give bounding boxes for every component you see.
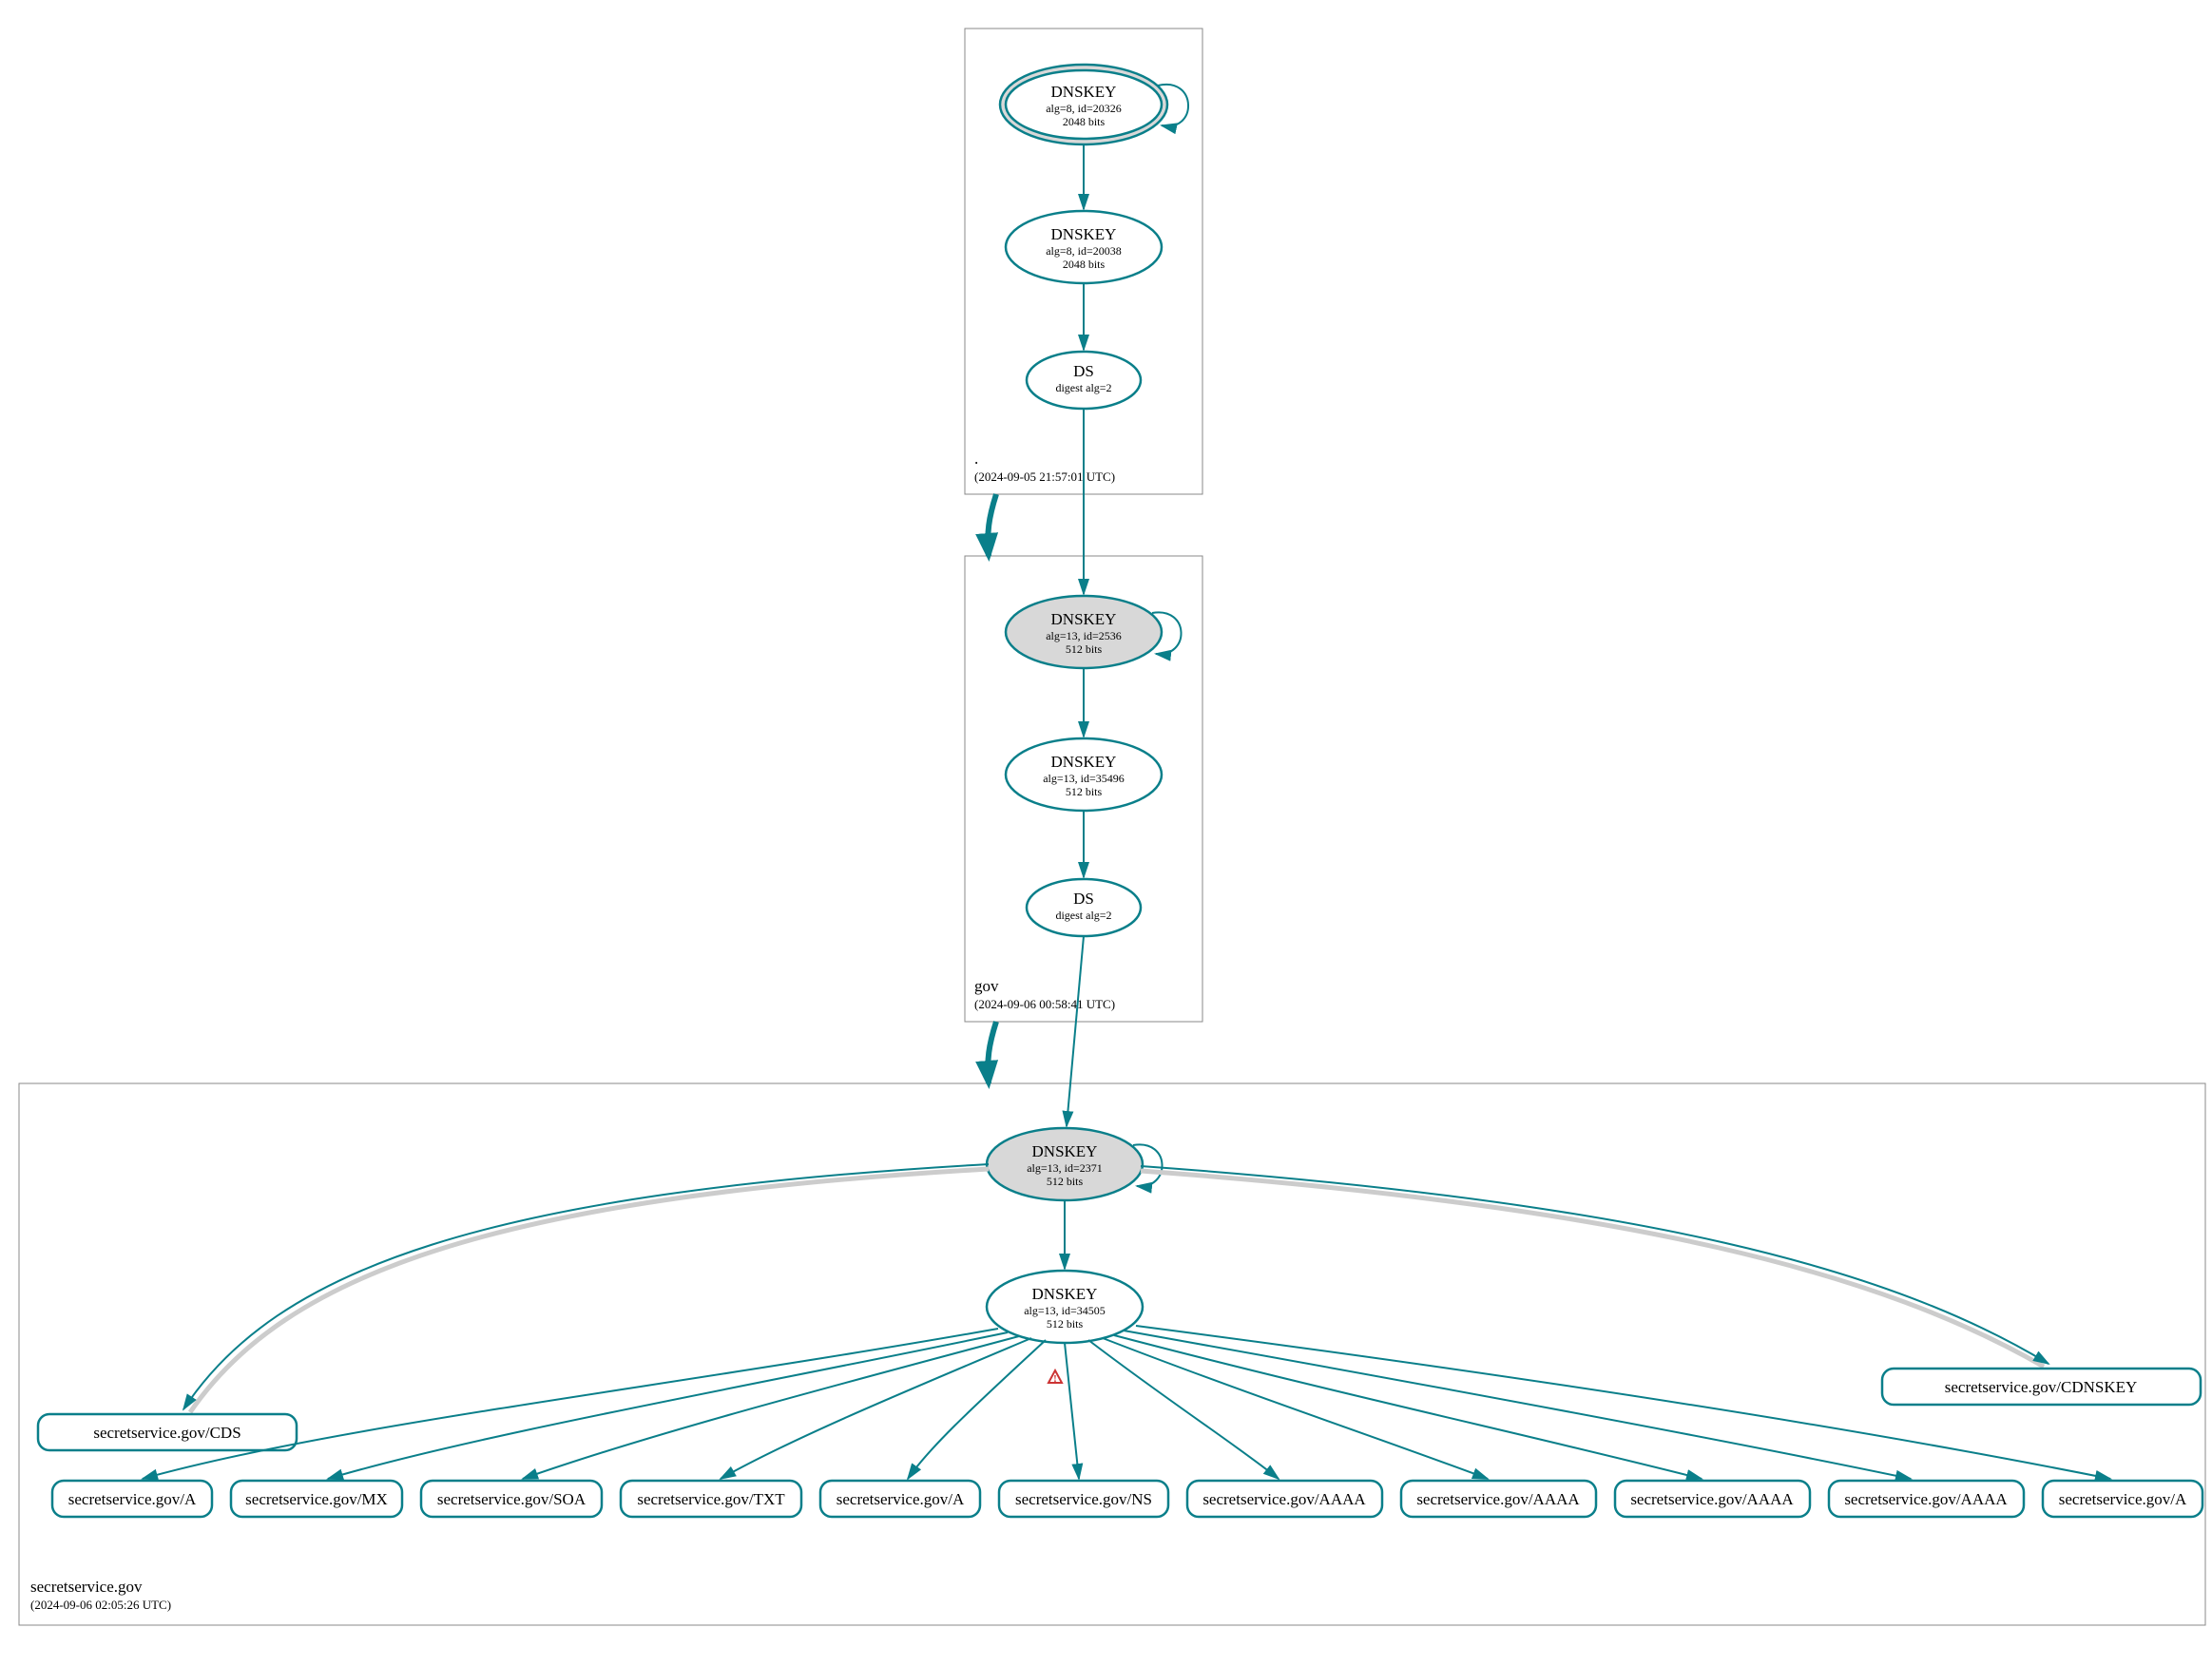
rrset-a1: secretservice.gov/A	[52, 1481, 212, 1517]
rrset-aaaa3-label: secretservice.gov/AAAA	[1630, 1490, 1794, 1508]
edge-zsk-to-a1	[143, 1329, 998, 1479]
zone-secretservice-label: secretservice.gov	[30, 1578, 143, 1596]
zone-root-label: .	[974, 450, 978, 468]
ss-zsk-line3: 512 bits	[1047, 1317, 1084, 1331]
ss-ksk-title: DNSKEY	[1032, 1142, 1098, 1160]
zone-root-timestamp: (2024-09-05 21:57:01 UTC)	[974, 469, 1115, 484]
rrset-aaaa1-label: secretservice.gov/AAAA	[1202, 1490, 1366, 1508]
rrset-soa: secretservice.gov/SOA	[421, 1481, 602, 1517]
node-ss-zsk: DNSKEY alg=13, id=34505 512 bits	[987, 1271, 1143, 1343]
edge-ss-ksk-to-cdnskey-light	[1141, 1171, 2044, 1367]
svg-text:!: !	[1053, 1373, 1057, 1385]
edge-gov-to-ss-zone	[988, 1022, 996, 1083]
rrset-ns: secretservice.gov/NS	[999, 1481, 1168, 1517]
edge-ss-ksk-to-cds	[183, 1164, 989, 1409]
rrset-a1-label: secretservice.gov/A	[68, 1490, 197, 1508]
rrset-aaaa4: secretservice.gov/AAAA	[1829, 1481, 2024, 1517]
root-ksk-line3: 2048 bits	[1063, 115, 1106, 128]
edge-zsk-to-soa	[523, 1336, 1019, 1479]
edge-zsk-to-aaaa4	[1124, 1331, 1911, 1479]
node-gov-ksk: DNSKEY alg=13, id=2536 512 bits	[1006, 596, 1162, 668]
rrset-a2: secretservice.gov/A	[820, 1481, 980, 1517]
ss-zsk-title: DNSKEY	[1032, 1285, 1098, 1303]
edge-zsk-to-aaaa3	[1114, 1335, 1702, 1479]
rrset-cds: secretservice.gov/CDS	[38, 1414, 297, 1450]
rrset-aaaa4-label: secretservice.gov/AAAA	[1844, 1490, 2008, 1508]
rrset-a2-label: secretservice.gov/A	[837, 1490, 965, 1508]
rrset-ns-label: secretservice.gov/NS	[1015, 1490, 1152, 1508]
rrset-txt-label: secretservice.gov/TXT	[637, 1490, 785, 1508]
gov-ksk-title: DNSKEY	[1051, 610, 1117, 628]
edge-zsk-to-aaaa2	[1103, 1338, 1488, 1479]
gov-ds-title: DS	[1073, 890, 1094, 908]
rrset-cds-label: secretservice.gov/CDS	[93, 1424, 240, 1442]
root-ksk-title: DNSKEY	[1051, 83, 1117, 101]
rrset-soa-label: secretservice.gov/SOA	[437, 1490, 587, 1508]
rrset-mx: secretservice.gov/MX	[231, 1481, 402, 1517]
edge-ss-ksk-to-cdnskey	[1141, 1166, 2049, 1364]
ss-ksk-line3: 512 bits	[1047, 1175, 1084, 1188]
node-gov-zsk: DNSKEY alg=13, id=35496 512 bits	[1006, 738, 1162, 811]
rrset-mx-label: secretservice.gov/MX	[245, 1490, 388, 1508]
edge-zsk-to-ns	[1065, 1343, 1079, 1479]
edge-zsk-to-mx	[328, 1332, 1008, 1479]
zone-gov-timestamp: (2024-09-06 00:58:41 UTC)	[974, 997, 1115, 1011]
zone-secretservice-timestamp: (2024-09-06 02:05:26 UTC)	[30, 1598, 171, 1612]
rrset-aaaa2-label: secretservice.gov/AAAA	[1416, 1490, 1580, 1508]
root-ds-title: DS	[1073, 362, 1094, 380]
gov-zsk-title: DNSKEY	[1051, 753, 1117, 771]
root-ds-line2: digest alg=2	[1055, 381, 1111, 394]
edge-root-to-gov-zone	[988, 494, 996, 556]
rrset-aaaa2: secretservice.gov/AAAA	[1401, 1481, 1596, 1517]
node-root-ksk: DNSKEY alg=8, id=20326 2048 bits	[1000, 65, 1167, 144]
edge-gov-ds-to-ss-ksk	[1067, 936, 1084, 1126]
edge-zsk-to-aaaa1	[1088, 1340, 1279, 1479]
gov-zsk-line3: 512 bits	[1066, 785, 1103, 798]
rrset-cdnskey: secretservice.gov/CDNSKEY	[1882, 1369, 2201, 1405]
gov-ksk-line3: 512 bits	[1066, 642, 1103, 656]
zone-gov-label: gov	[974, 977, 999, 995]
root-ksk-line2: alg=8, id=20326	[1046, 102, 1122, 115]
ss-zsk-line2: alg=13, id=34505	[1024, 1304, 1106, 1317]
root-zsk-line3: 2048 bits	[1063, 258, 1106, 271]
rrset-cdnskey-label: secretservice.gov/CDNSKEY	[1945, 1378, 2138, 1396]
gov-zsk-line2: alg=13, id=35496	[1043, 772, 1125, 785]
root-zsk-line2: alg=8, id=20038	[1046, 244, 1122, 258]
rrset-a3-label: secretservice.gov/A	[2059, 1490, 2187, 1508]
rrset-txt: secretservice.gov/TXT	[621, 1481, 801, 1517]
root-zsk-title: DNSKEY	[1051, 225, 1117, 243]
node-ss-ksk: DNSKEY alg=13, id=2371 512 bits	[987, 1128, 1143, 1200]
gov-ds-line2: digest alg=2	[1055, 909, 1111, 922]
node-gov-ds: DS digest alg=2	[1027, 879, 1141, 936]
rrset-aaaa1: secretservice.gov/AAAA	[1187, 1481, 1382, 1517]
rrset-aaaa3: secretservice.gov/AAAA	[1615, 1481, 1810, 1517]
rrset-a3: secretservice.gov/A	[2043, 1481, 2202, 1517]
ss-ksk-line2: alg=13, id=2371	[1027, 1161, 1103, 1175]
gov-ksk-line2: alg=13, id=2536	[1046, 629, 1122, 642]
node-root-zsk: DNSKEY alg=8, id=20038 2048 bits	[1006, 211, 1162, 283]
node-root-ds: DS digest alg=2	[1027, 352, 1141, 409]
warning-icon: !	[1048, 1370, 1062, 1385]
